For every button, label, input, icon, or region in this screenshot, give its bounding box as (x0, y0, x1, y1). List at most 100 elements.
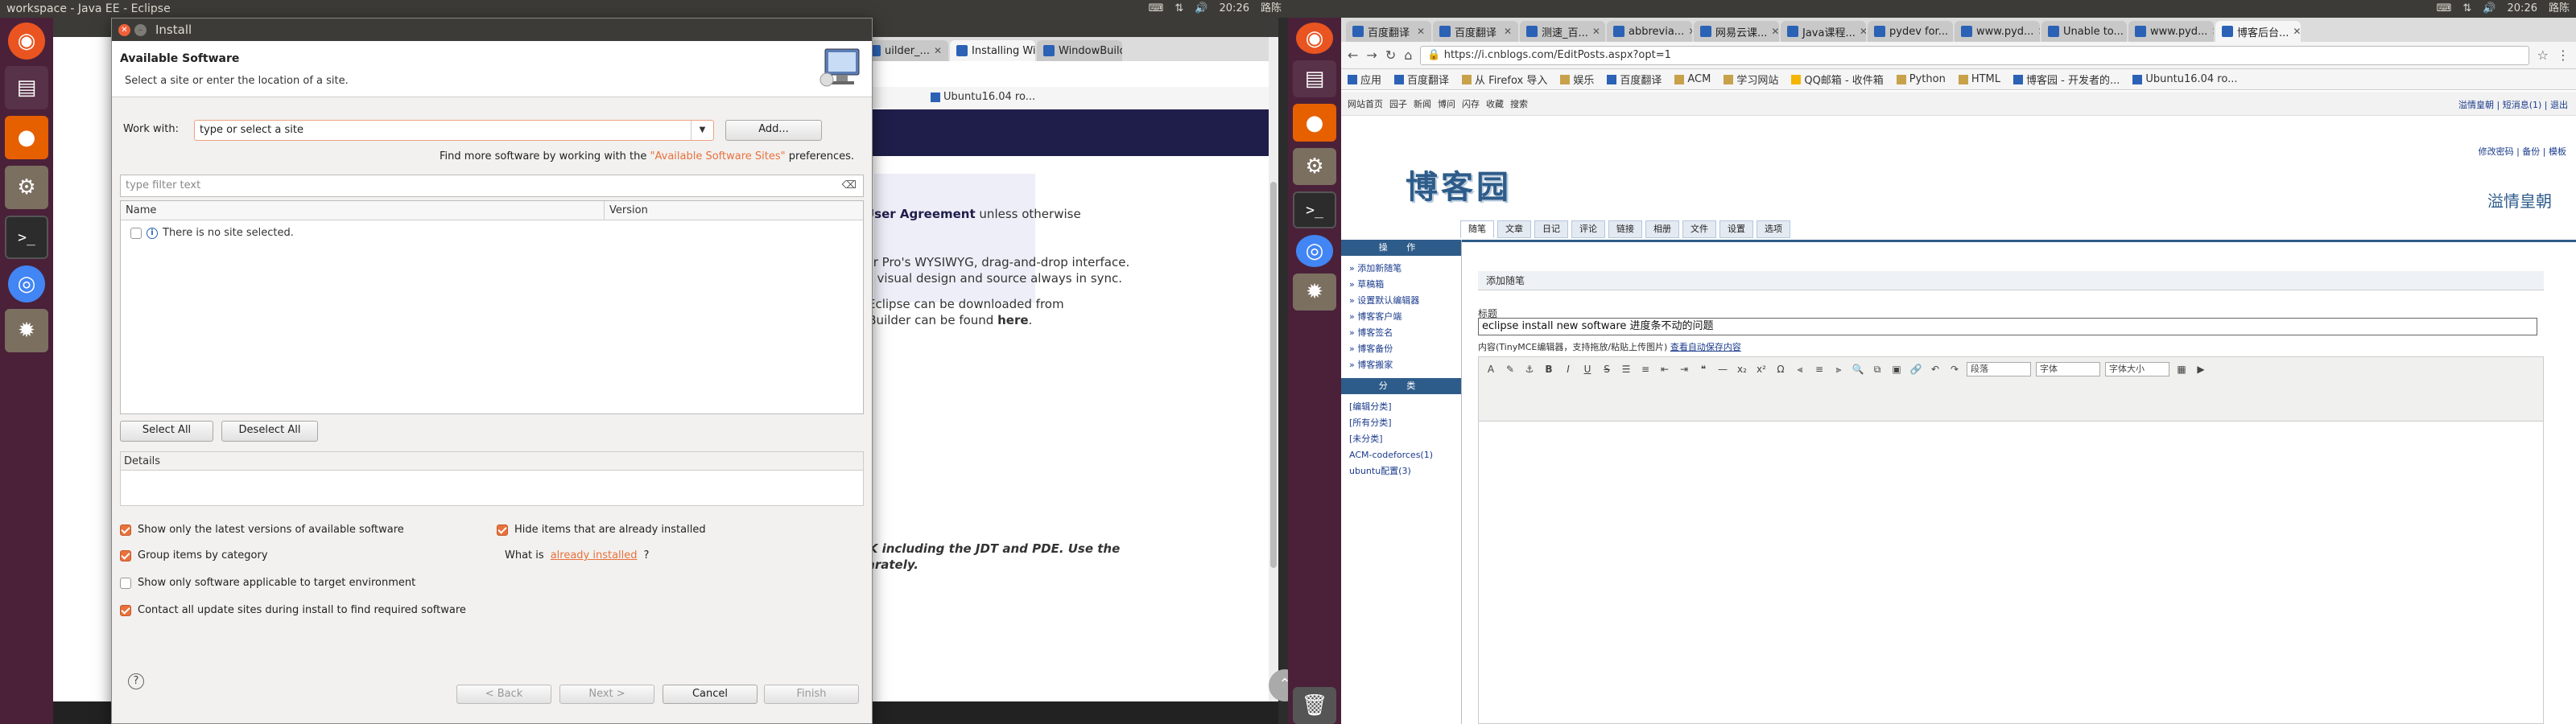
font-color-icon[interactable]: A (1484, 362, 1498, 376)
menu-icon[interactable]: ⋮ (2557, 47, 2570, 63)
close-icon[interactable]: ✕ (1504, 26, 1512, 37)
back-icon[interactable]: ← (1348, 47, 1358, 63)
network-icon[interactable]: ⇅ (2462, 0, 2471, 18)
row-checkbox[interactable] (130, 227, 142, 239)
media-icon[interactable]: ▶ (2194, 362, 2208, 376)
browser-tab[interactable]: abbrevia...✕ (1607, 21, 1692, 42)
work-with-input[interactable]: type or select a site (200, 124, 303, 136)
bookmark[interactable]: 百度翻译 (1607, 72, 1662, 87)
outdent-icon[interactable]: ⇤ (1657, 362, 1672, 376)
category-item[interactable]: ubuntu配置(3) (1341, 463, 1461, 479)
tinymce-editor[interactable]: A ✎ ⚓ B I U S ☰ ≡ ⇤ ⇥ ❝ — x₂ x² Ω ⫷ ≡ ⫸ … (1478, 356, 2544, 724)
tab-articles[interactable]: 文章 (1497, 220, 1531, 238)
checkbox[interactable] (497, 524, 508, 536)
sidebar-item[interactable]: » 草稿箱 (1341, 277, 1461, 293)
next-button[interactable]: Next > (559, 685, 654, 704)
undo-icon[interactable]: ↶ (1928, 362, 1942, 376)
underline-icon[interactable]: U (1580, 362, 1595, 376)
quote-icon[interactable]: ❝ (1696, 362, 1711, 376)
checkbox[interactable] (120, 604, 131, 616)
keyboard-icon[interactable]: ⌨ (2437, 0, 2452, 18)
checkbox[interactable] (120, 524, 131, 536)
forward-icon[interactable]: → (1366, 47, 1377, 63)
close-icon[interactable]: ✕ (1592, 26, 1600, 37)
latest-versions-option[interactable]: Show only the latest versions of availab… (120, 524, 404, 536)
firefox-icon[interactable]: ● (1293, 104, 1336, 142)
ubuntu-icon[interactable]: ◉ (8, 23, 45, 60)
link-icon[interactable]: 🔗 (1909, 362, 1923, 376)
close-icon[interactable]: ✕ (1952, 26, 1953, 37)
ubuntu-icon[interactable]: ◉ (1296, 23, 1333, 55)
nav-link[interactable]: 搜索 (1510, 97, 1528, 110)
category-item[interactable]: [未分类] (1341, 431, 1461, 447)
url-input[interactable]: 🔒 https://i.cnblogs.com/EditPosts.aspx?o… (1420, 45, 2529, 65)
align-left-icon[interactable]: ⫷ (1793, 362, 1807, 376)
highlight-icon[interactable]: ✎ (1503, 362, 1517, 376)
nav-link[interactable]: 网站首页 (1348, 97, 1383, 110)
eclipse-icon[interactable]: ✹ (1293, 273, 1336, 311)
autosave-link[interactable]: 查看自动保存内容 (1670, 342, 1741, 352)
italic-icon[interactable]: I (1561, 362, 1575, 376)
star-icon[interactable]: ☆ (2537, 47, 2549, 63)
bold-icon[interactable]: B (1542, 362, 1556, 376)
sidebar-item[interactable]: » 添加新随笔 (1341, 261, 1461, 277)
bookmark[interactable]: 博客园 - 开发者的... (2013, 72, 2120, 87)
close-icon[interactable]: ✕ (1417, 26, 1425, 37)
applicable-only-option[interactable]: Show only software applicable to target … (120, 577, 415, 589)
terminal-icon[interactable]: >_ (5, 216, 48, 259)
close-icon[interactable]: ✕ (1771, 26, 1779, 37)
files-icon[interactable]: ▤ (1293, 60, 1336, 98)
clear-filter-icon[interactable]: ⌫ (842, 175, 857, 196)
tab-diary[interactable]: 日记 (1534, 220, 1568, 238)
table-icon[interactable]: ▦ (2174, 362, 2189, 376)
browser-tab[interactable]: 百度翻译 ✕ (1433, 21, 1518, 42)
work-with-combo[interactable]: type or select a site ▼ (194, 120, 714, 141)
group-by-category-option[interactable]: Group items by category (120, 549, 268, 562)
terminal-icon[interactable]: >_ (1293, 191, 1336, 229)
nav-link[interactable]: 闪存 (1462, 97, 1480, 110)
system-tray[interactable]: ⌨ ⇅ 🔊 20:26 路陈 (2437, 0, 2570, 18)
bookmark[interactable]: 学习网站 (1724, 72, 1778, 87)
align-center-icon[interactable]: ≡ (1812, 362, 1827, 376)
files-icon[interactable]: ▤ (5, 66, 48, 109)
back-button[interactable]: < Back (456, 685, 551, 704)
sidebar-item[interactable]: » 博客客户端 (1341, 309, 1461, 325)
bookmark[interactable]: 应用 (1348, 72, 1381, 87)
superscript-icon[interactable]: x² (1754, 362, 1769, 376)
keyboard-icon[interactable]: ⌨ (1149, 0, 1164, 18)
image-icon[interactable]: ▣ (1889, 362, 1904, 376)
settings-icon[interactable]: ⚙ (1293, 147, 1336, 185)
sidebar-item[interactable]: » 博客签名 (1341, 325, 1461, 341)
browser-tab[interactable]: pydev for...✕ (1868, 21, 1953, 42)
finish-button[interactable]: Finish (764, 685, 859, 704)
bookmark[interactable]: Python (1896, 73, 1946, 85)
category-item[interactable]: [编辑分类] (1341, 399, 1461, 415)
browser-tab[interactable]: www.pyd...✕ (1955, 21, 2040, 42)
scrollbar[interactable] (1269, 37, 1278, 724)
checkbox[interactable] (120, 549, 131, 562)
trash-icon[interactable]: 🗑 (1293, 686, 1336, 724)
hr-icon[interactable]: — (1715, 362, 1730, 376)
table-row[interactable]: i There is no site selected. (130, 227, 294, 239)
paragraph-select[interactable]: 段落 (1967, 362, 2031, 376)
close-icon[interactable]: ✕ (118, 24, 130, 36)
bookmark[interactable]: Ubuntu16.04 ro... (931, 87, 1277, 108)
volume-icon[interactable]: 🔊 (2483, 0, 2496, 18)
close-icon[interactable]: ✕ (1860, 26, 1866, 37)
subscript-icon[interactable]: x₂ (1735, 362, 1749, 376)
redo-icon[interactable]: ↷ (1947, 362, 1962, 376)
code-icon[interactable]: ⧉ (1870, 362, 1885, 376)
close-icon[interactable]: ✕ (2211, 26, 2214, 37)
sidebar-item[interactable]: » 博客备份 (1341, 341, 1461, 357)
browser-tab[interactable]: 网易云课... ✕ (1694, 21, 1779, 42)
reload-icon[interactable]: ↻ (1385, 47, 1396, 63)
version-column-header[interactable]: Version (604, 201, 648, 220)
help-icon[interactable]: ? (128, 673, 144, 689)
tab-links[interactable]: 链接 (1608, 220, 1642, 238)
chrome-icon[interactable]: ◎ (1296, 235, 1333, 267)
strikethrough-icon[interactable]: S (1600, 362, 1614, 376)
font-select[interactable]: 字体 (2036, 362, 2100, 376)
browser-tab[interactable]: WindowBuilder...✕ (1037, 40, 1122, 61)
contact-all-sites-option[interactable]: Contact all update sites during install … (120, 604, 466, 616)
hide-installed-option[interactable]: Hide items that are already installed (497, 524, 706, 536)
